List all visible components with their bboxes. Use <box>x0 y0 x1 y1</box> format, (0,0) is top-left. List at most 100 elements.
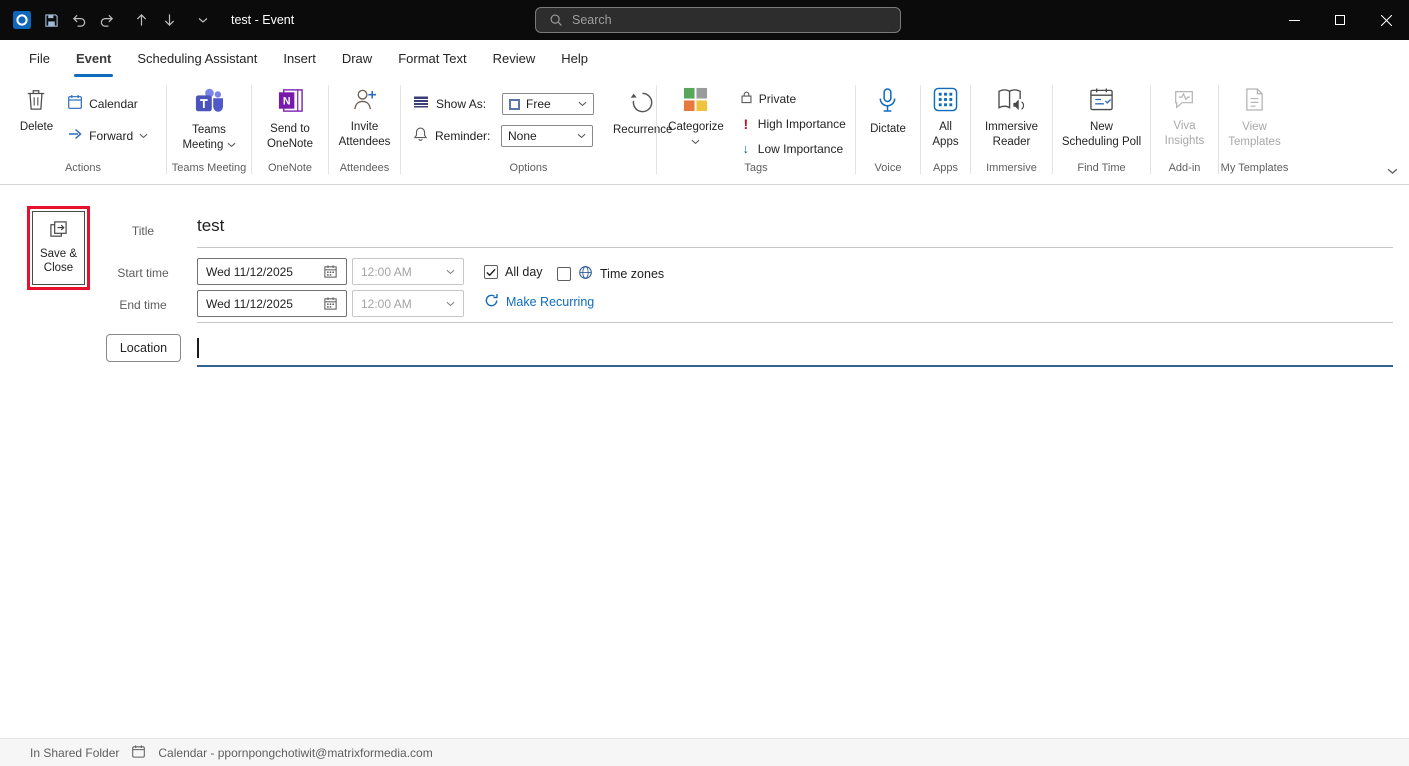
reminder-label: Reminder: <box>435 129 491 143</box>
make-recurring-button[interactable]: Make Recurring <box>484 291 594 313</box>
save-close-button[interactable]: Save & Close <box>32 211 85 285</box>
title-underline <box>197 247 1393 248</box>
all-day-checkbox[interactable]: All day <box>484 265 543 279</box>
start-time-label: Start time <box>117 266 169 280</box>
teams-meeting-button[interactable]: Teams Meeting <box>177 84 240 155</box>
move-down-button[interactable] <box>155 5 183 35</box>
arrow-up-icon <box>136 14 146 26</box>
private-button[interactable]: Private <box>737 89 799 108</box>
tab-help[interactable]: Help <box>548 40 601 77</box>
new-scheduling-poll-button[interactable]: New Scheduling Poll <box>1057 84 1146 152</box>
all-day-checkbox-box <box>484 265 498 279</box>
location-button[interactable]: Location <box>106 334 181 362</box>
window-title: test - Event <box>231 13 295 27</box>
all-day-label: All day <box>505 265 543 279</box>
statusbar: In Shared Folder Calendar - ppornpongcho… <box>0 738 1409 766</box>
time-zones-checkbox-box <box>557 267 571 281</box>
categorize-button[interactable]: Categorize <box>663 84 729 148</box>
tab-scheduling-assistant[interactable]: Scheduling Assistant <box>124 40 270 77</box>
tab-draw[interactable]: Draw <box>329 40 385 77</box>
end-date-input[interactable]: Wed 11/12/2025 <box>197 290 347 317</box>
quick-save-button[interactable] <box>37 5 65 35</box>
forward-button[interactable]: Forward <box>64 125 151 146</box>
move-up-button[interactable] <box>127 5 155 35</box>
reminder-select[interactable]: None <box>501 125 593 147</box>
end-time-label: End time <box>119 298 167 312</box>
ribbon-group-addin: Viva Insights Add-in <box>1151 77 1218 184</box>
location-underline <box>197 365 1393 367</box>
globe-icon <box>578 265 593 283</box>
tab-review[interactable]: Review <box>480 40 549 77</box>
invite-attendees-button[interactable]: Invite Attendees <box>334 84 396 152</box>
ribbon-group-find-time: New Scheduling Poll Find Time <box>1053 77 1150 184</box>
recurring-icon <box>484 293 499 311</box>
start-time-select[interactable]: 12:00 AM <box>352 258 464 285</box>
all-apps-button[interactable]: All Apps <box>927 84 963 152</box>
immersive-reader-button[interactable]: Immersive Reader <box>980 84 1043 152</box>
calendar-icon <box>67 94 83 113</box>
check-icon <box>486 268 496 276</box>
minimize-icon <box>1288 19 1300 21</box>
redo-button[interactable] <box>93 5 121 35</box>
calendar-button[interactable]: Calendar <box>64 93 141 114</box>
onenote-icon: N <box>277 87 304 118</box>
tab-event[interactable]: Event <box>63 40 124 77</box>
title-input[interactable]: test <box>197 216 597 236</box>
show-as-select[interactable]: Free <box>502 93 594 115</box>
group-label-onenote: OneNote <box>267 162 313 174</box>
time-zones-checkbox[interactable]: Time zones <box>557 265 664 283</box>
ribbon-group-immersive: Immersive Reader Immersive <box>971 77 1052 184</box>
search-placeholder: Search <box>572 13 612 27</box>
end-time-select[interactable]: 12:00 AM <box>352 290 464 317</box>
group-label-voice: Voice <box>874 162 902 174</box>
group-label-attendees: Attendees <box>339 162 390 174</box>
location-input[interactable] <box>197 330 1393 364</box>
ribbon-group-my-templates: View Templates My Templates <box>1219 77 1290 184</box>
save-icon <box>44 13 58 27</box>
dictate-button[interactable]: Dictate <box>865 84 911 140</box>
lock-icon <box>740 90 753 107</box>
undo-button[interactable] <box>65 5 93 35</box>
collapse-ribbon-button[interactable] <box>1384 165 1401 178</box>
low-importance-icon: ↓ <box>742 141 750 156</box>
maximize-button[interactable] <box>1317 0 1363 40</box>
chevron-down-icon <box>139 133 148 139</box>
show-as-label: Show As: <box>436 97 487 111</box>
time-zones-label: Time zones <box>600 267 665 281</box>
viva-insights-button[interactable]: Viva Insights <box>1160 84 1210 151</box>
view-templates-button[interactable]: View Templates <box>1223 84 1285 152</box>
ribbon-group-attendees: Invite Attendees Attendees <box>329 77 400 184</box>
text-cursor <box>197 338 199 358</box>
free-status-icon <box>509 98 520 110</box>
group-label-options: Options <box>509 162 548 174</box>
close-icon <box>1380 14 1392 26</box>
chevron-down-icon <box>577 133 586 139</box>
datepicker-icon <box>323 264 338 279</box>
tab-file[interactable]: File <box>16 40 63 77</box>
tab-insert[interactable]: Insert <box>270 40 329 77</box>
teams-icon <box>194 87 224 119</box>
start-date-input[interactable]: Wed 11/12/2025 <box>197 258 347 285</box>
high-importance-button[interactable]: ! High Importance <box>737 115 849 133</box>
event-form: Save & Close Title test Start time Wed 1… <box>0 185 1409 738</box>
minimize-button[interactable] <box>1271 0 1317 40</box>
reminder-bell-icon <box>413 126 428 147</box>
chevron-down-icon <box>578 101 587 107</box>
delete-button[interactable]: Delete <box>15 84 58 138</box>
send-to-onenote-button[interactable]: N Send to OneNote <box>262 84 318 154</box>
datepicker-icon <box>323 296 338 311</box>
qat-customize-button[interactable] <box>189 5 217 35</box>
search-box[interactable]: Search <box>535 7 901 33</box>
low-importance-button[interactable]: ↓ Low Importance <box>737 140 846 157</box>
svg-text:N: N <box>282 95 290 107</box>
arrow-down-icon <box>164 14 174 26</box>
chevron-down-icon <box>227 142 236 148</box>
ribbon-group-apps: All Apps Apps <box>921 77 970 184</box>
tab-format-text[interactable]: Format Text <box>385 40 479 77</box>
recurrence-icon <box>630 90 655 119</box>
group-label-teams-meeting: Teams Meeting <box>171 162 247 174</box>
group-label-immersive: Immersive <box>986 162 1037 174</box>
save-close-icon <box>49 220 68 243</box>
group-label-addin: Add-in <box>1168 162 1201 174</box>
close-button[interactable] <box>1363 0 1409 40</box>
